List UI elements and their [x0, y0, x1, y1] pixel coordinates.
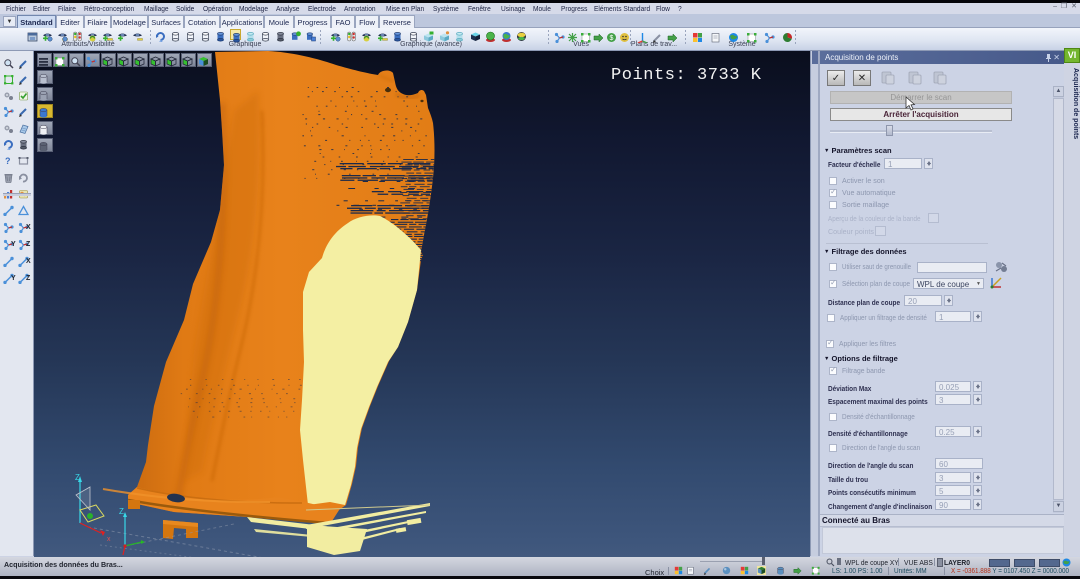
- svg-text:Z: Z: [75, 473, 80, 482]
- svg-text:Z: Z: [119, 507, 124, 516]
- svg-text:x: x: [107, 536, 111, 543]
- svg-text:$: $: [610, 35, 614, 42]
- svg-text:?: ?: [5, 156, 11, 166]
